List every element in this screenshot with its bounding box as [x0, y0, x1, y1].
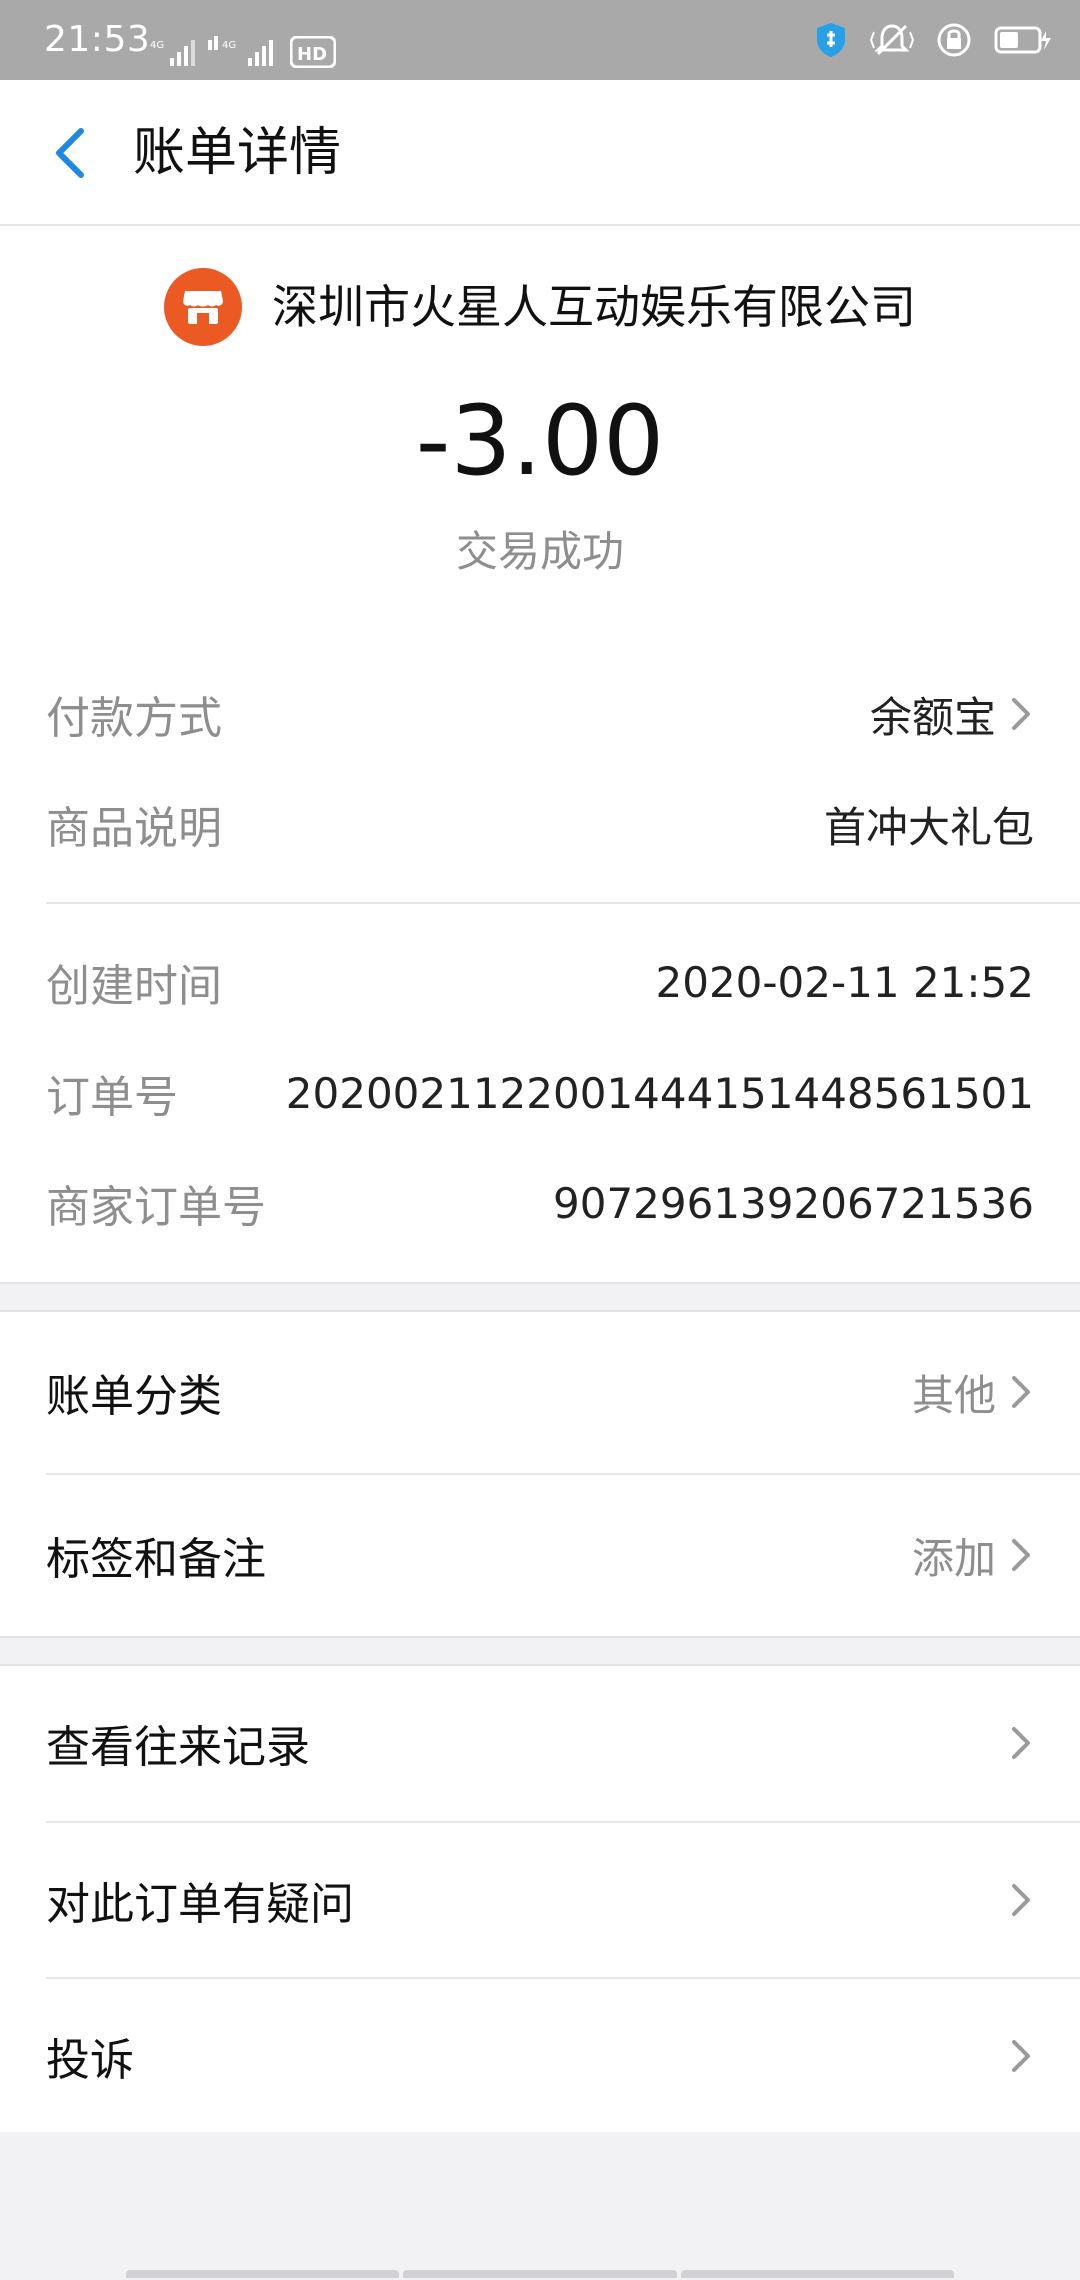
transaction-status: 交易成功: [455, 527, 624, 576]
section-separator: [0, 1282, 1080, 1312]
vibrate-icon: [870, 24, 914, 56]
complaint-label: 投诉: [46, 2034, 134, 2086]
chevron-right-icon: [1012, 1884, 1030, 1916]
shield-icon: [817, 23, 845, 57]
signal-icon: 4G: [150, 40, 195, 66]
bill-category-value: 其他: [911, 1370, 996, 1420]
payment-method-row[interactable]: 付款方式 余额宝: [46, 672, 1034, 756]
network-type-label-2: 4G: [222, 40, 236, 51]
status-time: 21:53: [44, 19, 151, 60]
bill-category-label: 账单分类: [46, 1371, 222, 1422]
product-desc-label: 商品说明: [46, 803, 222, 854]
merchant-row: 深圳市火星人互动娱乐有限公司: [0, 266, 1080, 348]
chevron-right-icon: [1012, 1539, 1030, 1571]
status-right-icons: [814, 18, 1052, 62]
battery-icon: [994, 26, 1051, 54]
bill-category-row[interactable]: 账单分类 其他: [46, 1312, 1034, 1472]
history-label: 查看往来记录: [46, 1722, 310, 1773]
product-desc-value: 首冲大礼包: [823, 802, 1034, 852]
tag-note-value-wrap: 添加: [912, 1525, 1034, 1586]
tag-note-label: 标签和备注: [46, 1534, 266, 1585]
order-question-row[interactable]: 对此订单有疑问: [46, 1823, 1034, 1977]
hd-label: HD: [297, 44, 327, 65]
shop-icon: [183, 291, 223, 324]
order-no-value[interactable]: 2020021122001444151448561501: [286, 1069, 1034, 1118]
status-left-icons: 4G 4G HD: [150, 28, 336, 68]
chevron-right-icon: [1012, 1376, 1030, 1408]
history-row[interactable]: 查看往来记录: [46, 1666, 1034, 1820]
product-desc-row: 商品说明 首冲大礼包: [46, 782, 1034, 866]
merchant-logo: [164, 268, 242, 346]
bill-summary: 深圳市火星人互动娱乐有限公司 -3.00 交易成功 付款方式 余额宝 商品说明 …: [0, 226, 1080, 1282]
created-time-row: 创建时间 2020-02-11 21:52: [46, 940, 1034, 1024]
nav-segment-right: [680, 2270, 954, 2278]
payment-method-value: 余额宝: [869, 692, 996, 742]
merchant-order-no-value[interactable]: 9072961392067215​36: [553, 1179, 1034, 1228]
gesture-nav-bar[interactable]: [126, 2270, 954, 2278]
header: 账单详情: [0, 80, 1080, 226]
actions-card: 查看往来记录 对此订单有疑问 投诉: [0, 1666, 1080, 2132]
order-no-label: 订单号: [46, 1072, 178, 1123]
merchant-order-no-label: 商家订单号: [46, 1182, 266, 1233]
hd-icon: HD: [290, 36, 336, 68]
transaction-amount: -3.00: [415, 385, 665, 497]
rotation-lock-icon: [937, 23, 971, 57]
chevron-right-icon: [1012, 1727, 1030, 1759]
created-time-label: 创建时间: [46, 961, 222, 1012]
order-question-label: 对此订单有疑问: [46, 1879, 354, 1930]
page-title: 账单详情: [133, 123, 342, 183]
chevron-left-icon: [56, 128, 84, 178]
payment-method-value-wrap: 余额宝: [870, 684, 1034, 745]
bill-category-value-wrap: 其他: [912, 1362, 1034, 1423]
bill-settings-card: 账单分类 其他 标签和备注 添加: [0, 1312, 1080, 1636]
back-button[interactable]: [40, 118, 100, 188]
chevron-right-icon: [1012, 698, 1030, 730]
merchant-order-no-row: 商家订单号 9072961392067215​36: [46, 1161, 1034, 1245]
nav-segment-middle: [403, 2270, 677, 2278]
order-no-row: 订单号 2020021122001444151448561501: [46, 1051, 1034, 1135]
payment-method-label: 付款方式: [46, 693, 222, 744]
tag-note-value: 添加: [911, 1533, 996, 1583]
chevron-right-icon: [1012, 2039, 1030, 2072]
divider: [46, 902, 1080, 904]
nav-segment-left: [126, 2270, 400, 2278]
network-type-label: 4G: [150, 40, 164, 51]
created-time-value: 2020-02-11 21:52: [655, 957, 1034, 1007]
section-separator: [0, 1636, 1080, 1666]
signal-icon-2: 4G: [208, 36, 273, 66]
tag-note-row[interactable]: 标签和备注 添加: [46, 1475, 1034, 1635]
bottom-area: [0, 2132, 1080, 2280]
merchant-name: 深圳市火星人互动娱乐有限公司: [272, 280, 916, 334]
status-bar: 21:53 4G 4G HD: [0, 0, 1080, 80]
complaint-row[interactable]: 投诉: [46, 1979, 1034, 2132]
